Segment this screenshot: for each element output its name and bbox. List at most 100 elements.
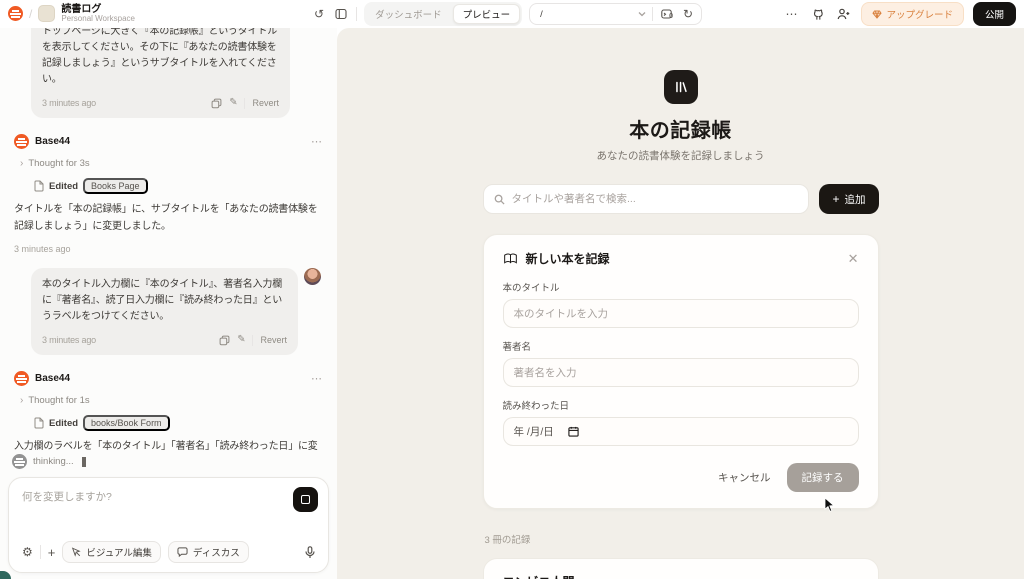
github-icon[interactable] bbox=[809, 6, 826, 23]
timestamp: 3 minutes ago bbox=[14, 244, 323, 254]
topbar: / 読書ログ Personal Workspace ↺ ダッシュボード プレビュ… bbox=[0, 0, 1024, 28]
tab-dashboard[interactable]: ダッシュボード bbox=[366, 4, 451, 24]
title-field-label: 本のタイトル bbox=[503, 280, 859, 294]
date-value: 年 /月/日 bbox=[514, 424, 554, 439]
tab-preview[interactable]: プレビュー bbox=[453, 4, 521, 24]
date-field-label: 読み終わった日 bbox=[503, 398, 859, 412]
assistant-message: Base44 ⋯ › Thought for 3s Edited Books P… bbox=[8, 134, 329, 254]
message-text: トップページに大きく『本の記録帳』というタイトルを表示してください。その下に『あ… bbox=[42, 28, 279, 88]
chat-input[interactable] bbox=[9, 478, 328, 541]
chat-bubble-icon bbox=[177, 547, 188, 557]
edited-row: Edited Books Page bbox=[34, 178, 325, 194]
record-count: 3 冊の記録 bbox=[485, 532, 879, 546]
edited-label: Edited bbox=[49, 181, 78, 192]
mic-icon[interactable] bbox=[303, 544, 317, 561]
new-book-form: 新しい本を記録 ✕ 本のタイトル 著者名 読み終わった日 年 /月/日 キャンセ… bbox=[483, 234, 879, 509]
thought-toggle[interactable]: › Thought for 1s bbox=[20, 395, 325, 406]
date-input[interactable]: 年 /月/日 bbox=[503, 417, 859, 446]
plus-icon: + bbox=[832, 192, 839, 206]
thinking-label: thinking... bbox=[33, 456, 74, 467]
stop-button[interactable] bbox=[293, 487, 318, 512]
message-text: タイトルを「本の記録帳」に、サブタイトルを「あなたの読書体験を記録しましょう」に… bbox=[14, 202, 323, 235]
divider bbox=[652, 7, 653, 21]
book-title: コンビニ人間 bbox=[503, 573, 859, 579]
message-more-icon[interactable]: ⋯ bbox=[311, 135, 323, 148]
publish-button[interactable]: 公開 bbox=[973, 2, 1016, 26]
gear-icon[interactable]: ⚙ bbox=[22, 545, 33, 559]
book-title-input[interactable] bbox=[503, 299, 859, 328]
divider bbox=[40, 545, 41, 559]
chevron-down-icon bbox=[638, 11, 646, 17]
app-icon[interactable] bbox=[38, 5, 55, 22]
library-logo-icon bbox=[664, 70, 698, 104]
invite-user-icon[interactable] bbox=[835, 6, 852, 22]
attach-plus-icon[interactable]: + bbox=[48, 545, 56, 560]
route-selector[interactable]: / 0 ↻ bbox=[529, 3, 702, 25]
edited-label: Edited bbox=[49, 418, 78, 429]
stop-icon bbox=[301, 495, 310, 504]
refresh-icon[interactable]: ↻ bbox=[681, 6, 695, 22]
base44-avatar bbox=[14, 134, 29, 149]
book-card[interactable]: コンビニ人間 村田沙耶香 2026年2月1日 bbox=[483, 558, 879, 579]
close-icon[interactable]: ✕ bbox=[848, 252, 859, 265]
more-menu-icon[interactable]: ⋯ bbox=[783, 6, 800, 22]
console-icon[interactable]: 0 bbox=[659, 6, 675, 22]
chat-history[interactable]: トップページに大きく『本の記録帳』というタイトルを表示してください。その下に『あ… bbox=[0, 28, 337, 450]
app-preview-pane: 本の記録帳 あなたの読書体験を記録しましょう + 追加 新しい本を記録 ✕ 本の… bbox=[337, 28, 1024, 579]
visual-edit-button[interactable]: ビジュアル編集 bbox=[62, 541, 161, 563]
assistant-name: Base44 bbox=[35, 136, 70, 147]
file-icon bbox=[34, 180, 44, 192]
workspace-label: Personal Workspace bbox=[61, 15, 135, 23]
console-count-badge: 0 bbox=[669, 13, 673, 20]
chevron-right-icon: › bbox=[20, 158, 23, 169]
page-subtitle: あなたの読書体験を記録しましょう bbox=[483, 148, 879, 163]
route-value: / bbox=[540, 9, 632, 20]
upgrade-button[interactable]: アップグレード bbox=[861, 2, 964, 26]
divider bbox=[356, 7, 357, 21]
divider bbox=[252, 335, 253, 346]
search-field bbox=[483, 184, 810, 214]
history-icon[interactable]: ↺ bbox=[312, 6, 326, 22]
message-text: 入力欄のラベルを「本のタイトル」「著者名」「読み終わった日」に変更しました。 bbox=[14, 439, 323, 450]
add-book-button[interactable]: + 追加 bbox=[819, 184, 878, 214]
user-avatar bbox=[304, 268, 321, 285]
user-message: 本のタイトル入力欄に『本のタイトル』、著者名入力欄に『著者名』、読了日入力欄に『… bbox=[31, 268, 321, 355]
copy-icon[interactable] bbox=[211, 98, 222, 109]
edit-icon[interactable]: ✎ bbox=[237, 332, 245, 348]
open-book-icon bbox=[503, 252, 518, 265]
chat-composer: ⚙ + ビジュアル編集 ディスカス bbox=[8, 477, 329, 573]
message-text: 本のタイトル入力欄に『本のタイトル』、著者名入力欄に『著者名』、読了日入力欄に『… bbox=[42, 277, 287, 325]
edited-row: Edited books/Book Form bbox=[34, 415, 325, 431]
sidebar-toggle-icon[interactable] bbox=[333, 6, 349, 22]
base44-avatar bbox=[14, 371, 29, 386]
edited-file-badge[interactable]: books/Book Form bbox=[83, 415, 170, 431]
view-switcher: ダッシュボード プレビュー bbox=[364, 2, 522, 26]
discuss-button[interactable]: ディスカス bbox=[168, 541, 249, 563]
search-icon bbox=[494, 194, 505, 205]
timestamp: 3 minutes ago bbox=[42, 333, 96, 347]
search-input[interactable] bbox=[512, 193, 799, 205]
cancel-button[interactable]: キャンセル bbox=[718, 470, 771, 485]
text-caret bbox=[82, 457, 86, 467]
base44-logo-icon[interactable] bbox=[8, 6, 23, 21]
revert-button[interactable]: Revert bbox=[252, 98, 279, 108]
edited-file-badge[interactable]: Books Page bbox=[83, 178, 148, 194]
timestamp: 3 minutes ago bbox=[42, 96, 96, 110]
revert-button[interactable]: Revert bbox=[260, 335, 287, 345]
submit-button[interactable]: 記録する bbox=[787, 463, 859, 492]
copy-icon[interactable] bbox=[219, 335, 230, 346]
user-message: トップページに大きく『本の記録帳』というタイトルを表示してください。その下に『あ… bbox=[31, 28, 290, 118]
assistant-name: Base44 bbox=[35, 373, 70, 384]
edit-icon[interactable]: ✎ bbox=[229, 95, 237, 111]
cursor-select-icon bbox=[71, 547, 81, 557]
message-more-icon[interactable]: ⋯ bbox=[311, 372, 323, 385]
divider bbox=[244, 98, 245, 109]
chevron-right-icon: › bbox=[20, 395, 23, 406]
file-icon bbox=[34, 417, 44, 429]
author-input[interactable] bbox=[503, 358, 859, 387]
page-title: 本の記録帳 bbox=[483, 114, 879, 143]
thought-toggle[interactable]: › Thought for 3s bbox=[20, 158, 325, 169]
calendar-icon[interactable] bbox=[568, 426, 579, 437]
author-field-label: 著者名 bbox=[503, 339, 859, 353]
chat-sidebar: トップページに大きく『本の記録帳』というタイトルを表示してください。その下に『あ… bbox=[0, 28, 337, 579]
